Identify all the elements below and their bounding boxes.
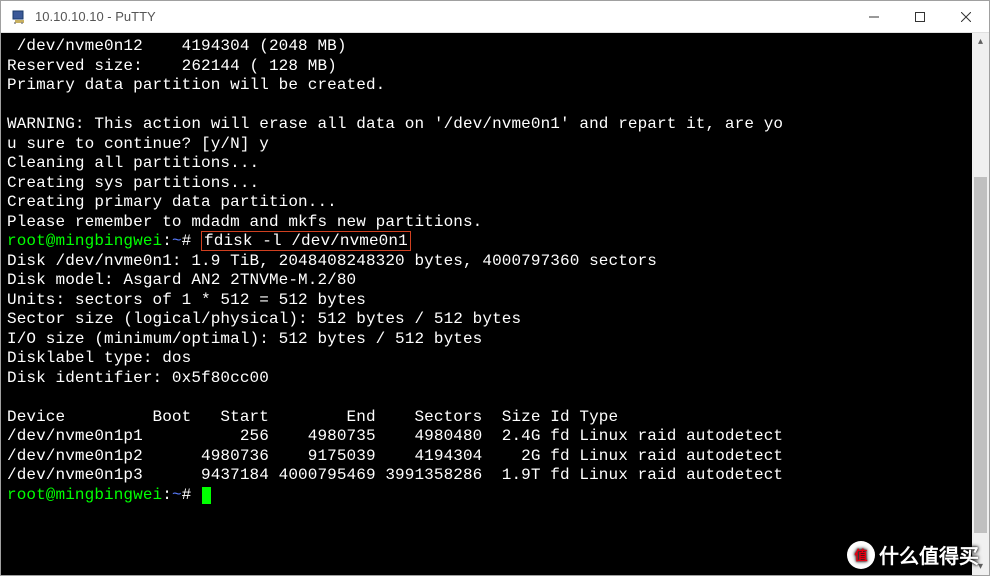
prompt-sep: : — [162, 232, 172, 250]
prompt-user: root@mingbingwei — [7, 232, 162, 250]
terminal-content: /dev/nvme0n12 4194304 (2048 MB) Reserved… — [1, 33, 989, 509]
output-line: I/O size (minimum/optimal): 512 bytes / … — [7, 330, 482, 348]
watermark: 值 什么值得买 — [847, 540, 979, 569]
output-line: Creating sys partitions... — [7, 174, 259, 192]
app-window: 10.10.10.10 - PuTTY /dev/nvme0n12 419430… — [0, 0, 990, 576]
watermark-logo: 值 — [847, 541, 875, 569]
output-line: u sure to continue? [y/N] y — [7, 135, 269, 153]
minimize-button[interactable] — [851, 2, 897, 32]
output-line: Sector size (logical/physical): 512 byte… — [7, 310, 521, 328]
highlighted-command: fdisk -l /dev/nvme0n1 — [201, 231, 411, 251]
titlebar[interactable]: 10.10.10.10 - PuTTY — [1, 1, 989, 33]
maximize-button[interactable] — [897, 2, 943, 32]
table-header: Device Boot Start End Sectors Size Id Ty… — [7, 408, 618, 426]
output-line: Disk identifier: 0x5f80cc00 — [7, 369, 269, 387]
vertical-scrollbar[interactable]: ▴ ▾ — [972, 33, 989, 575]
output-line: Primary data partition will be created. — [7, 76, 385, 94]
terminal-area[interactable]: /dev/nvme0n12 4194304 (2048 MB) Reserved… — [1, 33, 989, 575]
output-line: Creating primary data partition... — [7, 193, 337, 211]
prompt-hash: # — [182, 232, 192, 250]
scroll-up-button[interactable]: ▴ — [972, 33, 989, 50]
scroll-track[interactable] — [972, 50, 989, 558]
prompt-sep: : — [162, 486, 172, 504]
prompt-hash: # — [182, 486, 192, 504]
table-row: /dev/nvme0n1p3 9437184 4000795469 399135… — [7, 466, 783, 484]
output-line: Units: sectors of 1 * 512 = 512 bytes — [7, 291, 366, 309]
output-line: Disk /dev/nvme0n1: 1.9 TiB, 204840824832… — [7, 252, 657, 270]
output-line: WARNING: This action will erase all data… — [7, 115, 783, 133]
table-row: /dev/nvme0n1p2 4980736 9175039 4194304 2… — [7, 447, 783, 465]
output-line: /dev/nvme0n12 4194304 (2048 MB) — [7, 37, 347, 55]
window-title: 10.10.10.10 - PuTTY — [35, 9, 156, 24]
output-line: Disk model: Asgard AN2 2TNVMe-M.2/80 — [7, 271, 356, 289]
output-line: Please remember to mdadm and mkfs new pa… — [7, 213, 482, 231]
output-line: Disklabel type: dos — [7, 349, 191, 367]
output-line: Cleaning all partitions... — [7, 154, 259, 172]
output-line: Reserved size: 262144 ( 128 MB) — [7, 57, 337, 75]
prompt-path: ~ — [172, 486, 182, 504]
prompt-user: root@mingbingwei — [7, 486, 162, 504]
cursor — [202, 487, 211, 504]
app-icon — [11, 9, 27, 25]
table-row: /dev/nvme0n1p1 256 4980735 4980480 2.4G … — [7, 427, 783, 445]
scroll-thumb[interactable] — [974, 177, 987, 533]
prompt-path: ~ — [172, 232, 182, 250]
watermark-text: 什么值得买 — [879, 540, 979, 569]
close-button[interactable] — [943, 2, 989, 32]
